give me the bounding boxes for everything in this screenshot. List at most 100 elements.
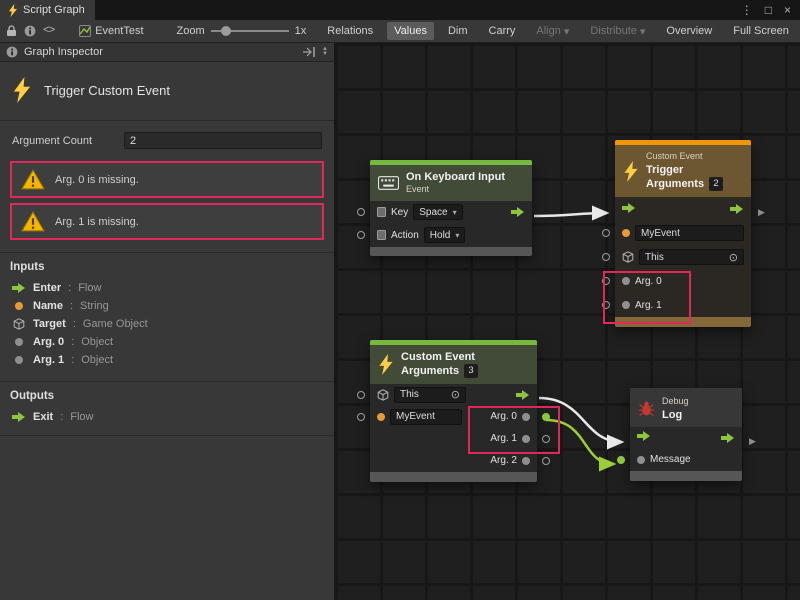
event-name-value: MyEvent (396, 411, 435, 422)
object-type-icon (622, 301, 630, 309)
arg2-output-port[interactable] (542, 457, 550, 465)
target-value: This (400, 389, 419, 400)
list-item: Enter : Flow (0, 279, 334, 297)
node-footer (615, 317, 751, 327)
arg1-output-port[interactable] (542, 435, 550, 443)
selected-unit-title: Trigger Custom Event (44, 83, 170, 98)
action-type-icon (377, 230, 386, 240)
window-menu-icon[interactable]: ⋮ (741, 3, 753, 17)
port-name: Exit (33, 411, 53, 423)
port-name: Arg. 1 (33, 354, 64, 366)
node-title-line2: Arguments (401, 364, 459, 378)
list-item: Name : String (0, 297, 334, 315)
scroll-down-icon[interactable]: ▼ (322, 52, 328, 57)
code-view-icon[interactable]: <> (43, 25, 54, 37)
wire-arg0-to-message[interactable] (546, 420, 614, 464)
align-button[interactable]: Align ▾ (529, 22, 576, 41)
dim-button[interactable]: Dim (441, 22, 475, 40)
values-button[interactable]: Values (387, 22, 434, 40)
port-type: Flow (78, 282, 101, 294)
graph-name: EventTest (95, 25, 143, 37)
graph-toolbar: <> EventTest Zoom 1x Relations Values Di… (0, 20, 800, 43)
arg1-input-port[interactable] (602, 301, 610, 309)
fullscreen-button[interactable]: Full Screen (726, 22, 796, 40)
flow-output-arrow[interactable] (721, 433, 735, 443)
chevron-down-icon: ▾ (453, 208, 457, 217)
wire-keyboard-to-trigger[interactable] (534, 213, 607, 216)
inputs-section-title: Inputs (0, 252, 334, 279)
arg0-output-port[interactable] (542, 413, 550, 421)
name-input-port[interactable] (357, 413, 365, 421)
node-on-keyboard-input[interactable]: On Keyboard Input Event Key Space ▾ (370, 160, 532, 256)
port-name: Name (33, 300, 63, 312)
zoom-slider[interactable] (211, 30, 289, 32)
port-name: Target (33, 318, 66, 330)
port-type: Flow (70, 411, 93, 423)
arg0-input-port[interactable] (602, 277, 610, 285)
node-debug-log[interactable]: Debug Log Message (630, 388, 742, 481)
node-trigger-custom-event[interactable]: Custom Event Trigger Arguments 2 (615, 140, 751, 327)
relations-button[interactable]: Relations (320, 22, 380, 40)
flow-output-arrow[interactable] (730, 204, 744, 214)
object-picker-icon[interactable]: ⊙ (451, 388, 460, 401)
zoom-slider-thumb[interactable] (221, 26, 231, 36)
object-type-icon (11, 338, 26, 346)
object-type-icon (637, 456, 645, 464)
arg0-label: Arg. 0 (635, 276, 662, 287)
distribute-button[interactable]: Distribute ▾ (583, 22, 652, 41)
object-type-icon (11, 356, 26, 364)
event-name-field[interactable]: MyEvent (635, 225, 744, 241)
node-title: Log (662, 408, 689, 422)
separator: : (70, 300, 73, 312)
name-input-port[interactable] (602, 229, 610, 237)
target-input-port[interactable] (602, 253, 610, 261)
node-category: Debug (662, 396, 689, 408)
trigger-output-arrow[interactable] (511, 207, 525, 217)
key-dropdown[interactable]: Space ▾ (413, 204, 462, 220)
node-category: Custom Event (646, 151, 723, 163)
input-port[interactable] (357, 231, 365, 239)
flow-input-arrow[interactable] (637, 431, 651, 444)
zoom-label: Zoom (177, 25, 205, 37)
action-dropdown[interactable]: Hold ▾ (424, 227, 466, 243)
target-input-port[interactable] (357, 391, 365, 399)
graph-canvas[interactable]: On Keyboard Input Event Key Space ▾ (335, 43, 800, 600)
flow-input-arrow[interactable] (622, 203, 636, 216)
object-picker-icon[interactable]: ⊙ (729, 251, 738, 264)
string-type-icon (622, 229, 630, 237)
input-port[interactable] (357, 208, 365, 216)
port-name: Enter (33, 282, 61, 294)
close-icon[interactable]: × (784, 3, 791, 17)
carry-button[interactable]: Carry (482, 22, 523, 40)
tab-title: Script Graph (23, 4, 85, 16)
tab-script-graph[interactable]: Script Graph (0, 0, 95, 20)
argument-count-input[interactable] (124, 132, 322, 149)
string-type-icon (377, 413, 385, 421)
panel-scroll-arrows[interactable]: ▲ ▼ (322, 47, 328, 57)
bolt-icon (8, 4, 18, 17)
argument-count-badge: 2 (709, 177, 723, 191)
separator: : (71, 354, 74, 366)
graph-name-group[interactable]: EventTest (79, 25, 143, 37)
graph-icon (79, 25, 91, 37)
lock-icon[interactable] (6, 25, 17, 37)
event-name-field[interactable]: MyEvent (390, 409, 462, 425)
event-name-value: MyEvent (641, 228, 680, 239)
collapse-panel-icon[interactable] (303, 47, 316, 57)
keyboard-icon (378, 176, 399, 190)
separator: : (73, 318, 76, 330)
message-input-port[interactable] (617, 456, 625, 464)
info-icon (6, 46, 18, 58)
flow-output-arrow[interactable] (516, 390, 530, 400)
inspect-icon[interactable] (24, 25, 36, 37)
warning-arg0-missing: Arg. 0 is missing. (10, 161, 324, 198)
target-field[interactable]: This ⊙ (394, 387, 466, 403)
target-field[interactable]: This ⊙ (639, 249, 744, 265)
warning-arg1-missing: Arg. 1 is missing. (10, 203, 324, 240)
port-name: Arg. 0 (33, 336, 64, 348)
overview-button[interactable]: Overview (659, 22, 719, 40)
arg2-label: Arg. 2 (490, 455, 517, 466)
node-custom-event[interactable]: Custom Event Arguments 3 This ⊙ (370, 340, 537, 482)
maximize-icon[interactable]: □ (765, 3, 772, 17)
flow-arrow-icon (11, 283, 26, 293)
